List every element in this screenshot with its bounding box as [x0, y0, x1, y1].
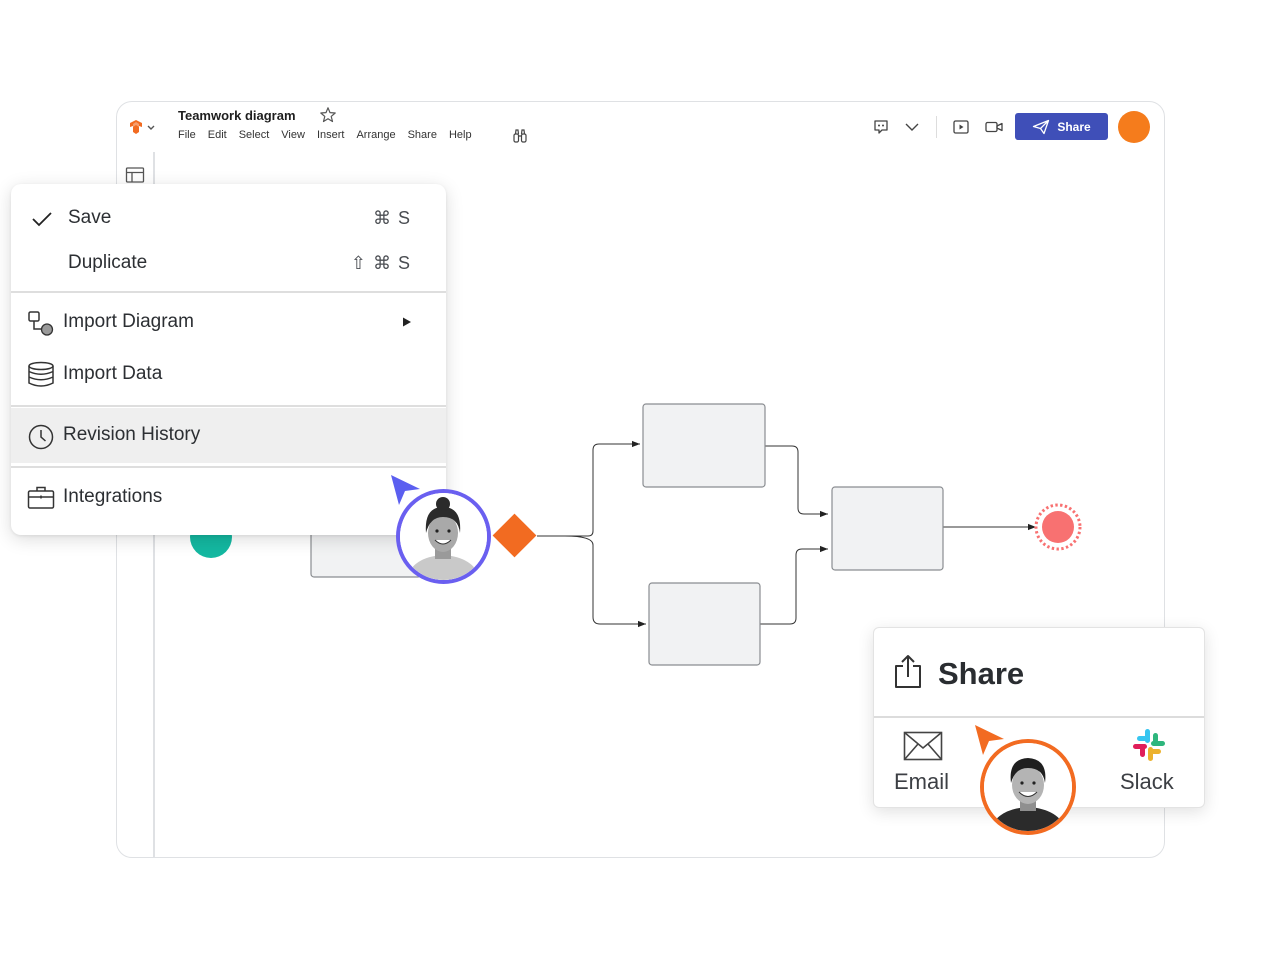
menu-item-revision-history[interactable]: Revision History [11, 417, 446, 453]
menu-shortcut: ⌘ S [372, 207, 411, 228]
share-panel-title: Share [938, 656, 1025, 691]
gateway-node[interactable] [492, 513, 537, 558]
share-separator [874, 716, 1204, 718]
menu-item-save[interactable]: Save ⌘ S [11, 200, 446, 236]
menu-shortcut: ⇧ ⌘ S [350, 252, 411, 273]
collaborator-avatar [980, 739, 1076, 835]
menu-item-import-diagram[interactable]: Import Diagram [11, 304, 446, 340]
task-node-4[interactable] [831, 486, 944, 571]
connector [564, 535, 646, 628]
menu-separator [11, 466, 446, 468]
share-option-email[interactable]: Email [889, 728, 959, 798]
connector [537, 440, 640, 537]
file-dropdown-menu: Save ⌘ S Duplicate ⇧ ⌘ S Import Diagram … [11, 184, 446, 535]
check-icon [32, 212, 52, 227]
clock-icon [28, 424, 54, 450]
menu-item-integrations[interactable]: Integrations [11, 479, 446, 515]
share-option-slack[interactable]: Slack [1114, 728, 1194, 798]
briefcase-icon [27, 486, 55, 509]
menu-item-import-data[interactable]: Import Data [11, 356, 446, 392]
end-event-fill [1042, 511, 1074, 543]
menu-item-duplicate[interactable]: Duplicate ⇧ ⌘ S [11, 245, 446, 281]
menu-item-label: Duplicate [68, 252, 148, 273]
menu-separator [11, 405, 446, 407]
connector [765, 445, 828, 518]
task-node-3[interactable] [648, 582, 761, 666]
menu-item-label: Save [68, 207, 112, 228]
submenu-arrow-icon [403, 317, 411, 327]
share-option-label: Slack [1120, 769, 1174, 794]
connector [760, 545, 828, 625]
task-node-2[interactable] [642, 403, 766, 488]
collaborator-avatar [396, 489, 491, 584]
menu-item-label: Import Data [63, 363, 163, 384]
menu-separator [11, 291, 446, 293]
menu-item-label: Integrations [63, 486, 163, 507]
envelope-icon [903, 731, 943, 761]
menu-item-label: Import Diagram [63, 311, 194, 332]
share-upload-icon [895, 655, 921, 688]
import-diagram-icon [28, 311, 54, 336]
slack-icon [1133, 729, 1165, 761]
menu-item-label: Revision History [63, 424, 201, 445]
database-icon [28, 361, 54, 387]
person-photo-icon [984, 743, 1072, 831]
person-photo-icon [400, 493, 487, 580]
share-option-label: Email [894, 769, 950, 794]
